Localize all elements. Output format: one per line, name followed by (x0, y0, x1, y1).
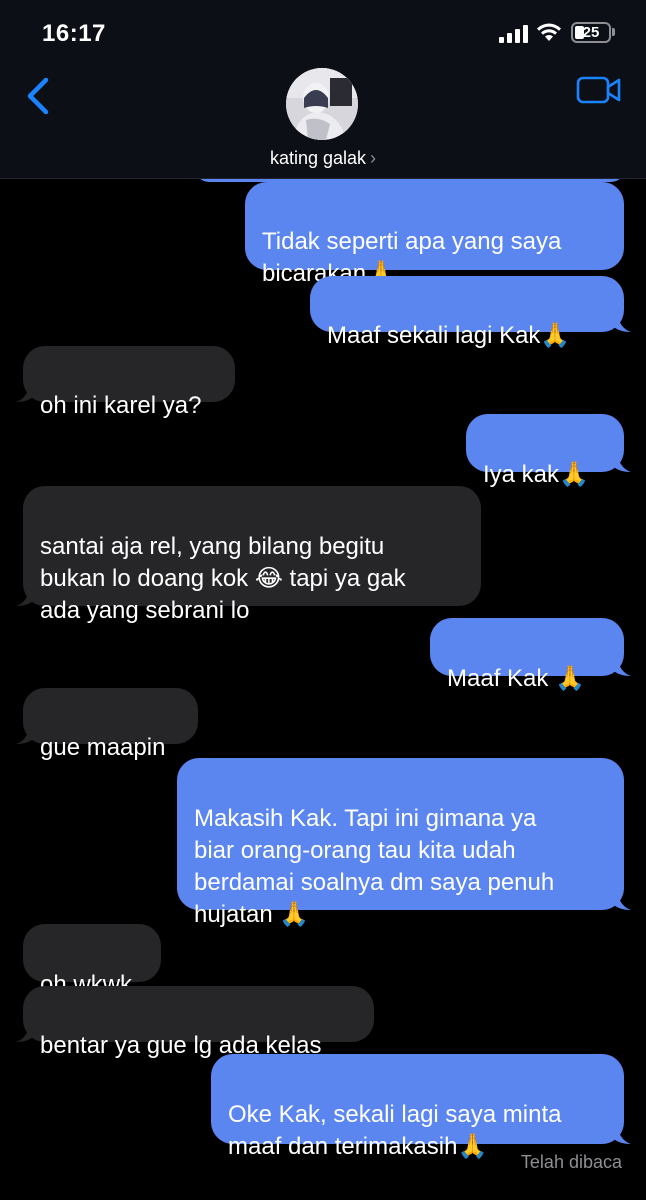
bubble-tail (16, 724, 36, 744)
message-bubble-sent[interactable]: Maaf Kak 🙏 (430, 618, 631, 692)
message-text: Iya kak🙏 (483, 461, 589, 488)
message-text: Maaf Kak 🙏 (447, 665, 585, 692)
message-bubble-received[interactable]: oh wkwk (23, 924, 161, 998)
message-text: Oke Kak, sekali lagi saya minta maaf dan… (228, 1101, 562, 1160)
contact-name-button[interactable]: kating galak › (0, 148, 646, 169)
message-bubble-sent[interactable]: Makasih Kak. Tapi ini gimana ya biar ora… (177, 758, 631, 928)
message-bubble-sent[interactable]: Tidak seperti apa yang saya bicarakan🙏 (245, 182, 624, 287)
contact-name: kating galak (269, 148, 367, 168)
read-receipt: Telah dibaca (520, 1152, 622, 1172)
status-time: 16:17 (42, 20, 106, 47)
message-text: santai aja rel, yang bilang begitu bukan… (40, 533, 406, 624)
cellular-signal-icon (499, 25, 529, 43)
bubble-tail (611, 890, 631, 910)
avatar-photo (286, 68, 358, 140)
message-bubble-received[interactable]: oh ini karel ya? (16, 346, 235, 419)
back-chevron-icon[interactable] (22, 74, 54, 118)
chat-header: 16:17 25 kating galak › (0, 0, 646, 179)
message-bubble-sent[interactable]: Iya kak🙏 (466, 414, 631, 488)
message-bubble-sent[interactable]: Maaf sekali lagi Kak🙏 (310, 276, 631, 349)
message-text: Makasih Kak. Tapi ini gimana ya biar ora… (194, 805, 555, 928)
message-text: oh ini karel ya? (40, 392, 202, 419)
bubble-tail (16, 1022, 36, 1042)
battery-level: 25 (582, 24, 600, 41)
message-bubble-received[interactable]: santai aja rel, yang bilang begitu bukan… (16, 486, 481, 624)
message-bubble-received[interactable]: bentar ya gue lg ada kelas (16, 986, 374, 1059)
message-text: Maaf sekali lagi Kak🙏 (327, 322, 571, 349)
contact-avatar[interactable] (286, 68, 358, 140)
bubble-tail (16, 382, 36, 402)
battery-tip (612, 28, 615, 36)
chevron-right-icon: › (370, 148, 377, 168)
message-bubble-received[interactable]: gue maapin (16, 688, 198, 761)
bubble-tail (611, 656, 631, 676)
bubble-tail (16, 586, 36, 606)
battery-icon: 25 (571, 22, 611, 43)
message-text: gue maapin (40, 734, 166, 761)
bubble-tail (611, 1124, 631, 1144)
bubble-tail (611, 452, 631, 472)
video-call-icon[interactable] (576, 74, 622, 106)
wifi-icon (537, 23, 561, 41)
bubble-tail (611, 312, 631, 332)
status-bar: 16:17 25 (0, 0, 646, 64)
message-bubble-sent[interactable]: Oke Kak, sekali lagi saya minta maaf dan… (211, 1054, 631, 1160)
